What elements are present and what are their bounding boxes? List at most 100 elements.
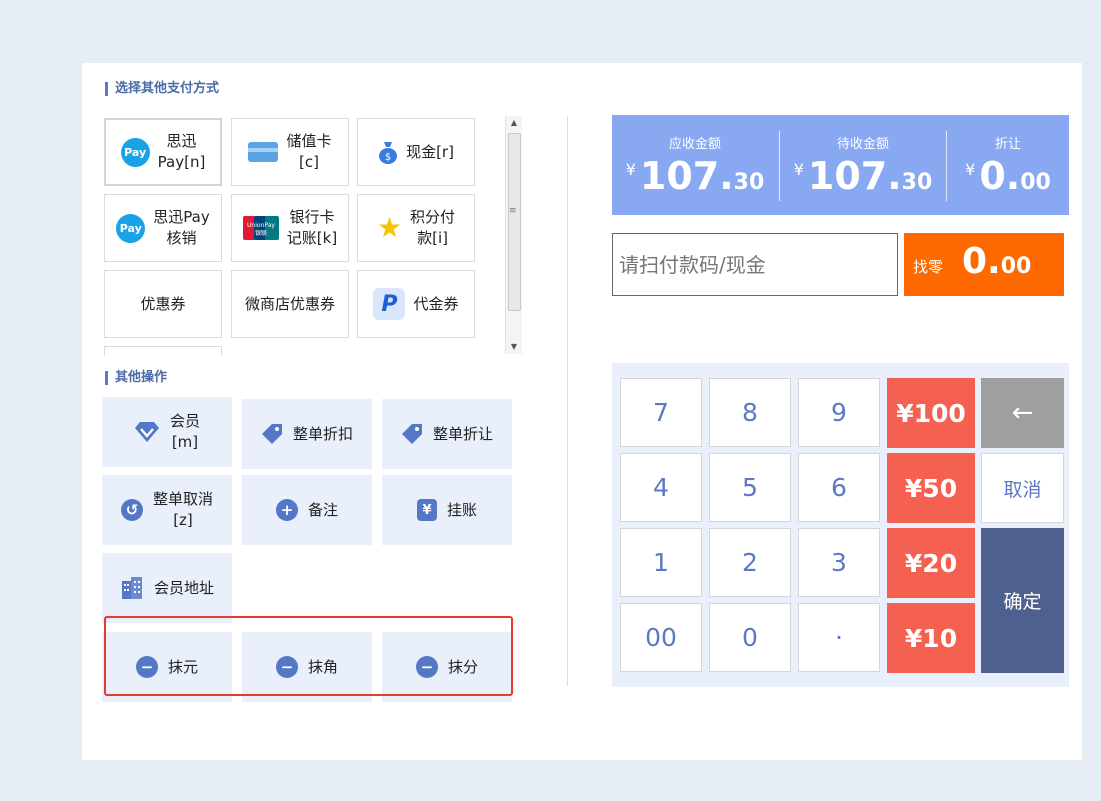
svg-text:银联: 银联	[255, 229, 267, 237]
pending-amount: 待收金额 ¥107.30	[780, 115, 946, 215]
pay-method-coupon[interactable]: 优惠券	[104, 270, 222, 338]
currency-symbol: ¥	[625, 160, 636, 179]
backspace-button[interactable]: ←	[981, 378, 1064, 448]
change-display: 找零 0.00	[904, 233, 1064, 296]
pay-method-list: Pay 思迅 Pay[n] 储值卡 [c] $ 现金[r] Pay 思迅Pay …	[104, 116, 522, 356]
scroll-thumb[interactable]	[508, 133, 521, 311]
scan-code-input[interactable]	[612, 233, 898, 296]
paypal-icon: P	[373, 288, 406, 320]
money-bag-icon: $	[379, 142, 398, 164]
plus-icon: +	[275, 499, 298, 521]
scroll-down-icon[interactable]: ▼	[506, 340, 522, 354]
pending-label: 待收金额	[836, 137, 889, 152]
pending-dec: 30	[901, 170, 933, 195]
pay-list-scrollbar[interactable]: ▲ ≡ ▼	[505, 116, 522, 354]
pay-method-stored-card[interactable]: 储值卡 [c]	[231, 118, 349, 186]
member-address-label: 会员地址	[153, 578, 214, 597]
pay-method-sixun-pay[interactable]: Pay 思迅 Pay[n]	[104, 118, 222, 186]
note-label: 备注	[307, 500, 338, 519]
tag-icon	[261, 424, 282, 444]
receivable-dec: 30	[733, 170, 765, 195]
pending-int: 107.	[807, 154, 902, 198]
cancel-button[interactable]: 取消	[981, 453, 1064, 523]
discount-dec: 00	[1020, 170, 1051, 195]
pay-method-label: 积分付 款[i]	[410, 208, 456, 247]
pay-method-cash[interactable]: $ 现金[r]	[357, 118, 475, 186]
star-icon: ★	[376, 211, 403, 244]
undo-icon: ↺	[120, 499, 143, 521]
key-0[interactable]: 0	[709, 603, 791, 672]
change-label: 找零	[913, 258, 944, 276]
pay-method-sixun-pay-verify[interactable]: Pay 思迅Pay 核销	[104, 194, 222, 262]
quick-cash-100-button[interactable]: ¥100	[887, 378, 975, 448]
pay-method-more[interactable]	[104, 346, 222, 356]
card-icon	[248, 142, 279, 162]
pay-icon: Pay	[116, 213, 146, 243]
receivable-value: ¥107.30	[612, 154, 778, 198]
pay-method-label: 微商店优惠券	[244, 294, 335, 313]
yen-icon: ¥	[416, 499, 437, 521]
cancel-order-button[interactable]: ↺ 整单取消 [z]	[102, 475, 232, 545]
discount-label: 折让	[994, 137, 1021, 152]
currency-symbol: ¥	[793, 160, 804, 179]
key-9[interactable]: 9	[798, 378, 880, 447]
quick-cash-10-button[interactable]: ¥10	[887, 603, 975, 673]
key-2[interactable]: 2	[709, 528, 791, 597]
member-address-button[interactable]: 会员地址	[102, 553, 232, 623]
key-6[interactable]: 6	[798, 453, 880, 522]
key-8[interactable]: 8	[709, 378, 791, 447]
key-4[interactable]: 4	[620, 453, 702, 522]
svg-text:UnionPay: UnionPay	[247, 222, 275, 229]
pay-method-voucher[interactable]: P 代金券	[357, 270, 475, 338]
cancel-order-label: 整单取消 [z]	[152, 490, 213, 529]
discount-amount: 折让 ¥0.00	[947, 115, 1069, 215]
key-3[interactable]: 3	[798, 528, 880, 597]
key-dot[interactable]: ·	[798, 603, 880, 672]
pay-method-points[interactable]: ★ 积分付 款[i]	[357, 194, 475, 262]
member-label: 会员 [m]	[169, 412, 200, 451]
pay-icon: Pay	[120, 137, 150, 167]
key-00[interactable]: 00	[620, 603, 702, 672]
vertical-divider	[567, 116, 568, 686]
building-icon	[121, 577, 142, 599]
key-1[interactable]: 1	[620, 528, 702, 597]
change-dec: 00	[1000, 254, 1032, 279]
quick-cash-20-button[interactable]: ¥20	[887, 528, 975, 598]
pay-method-bank-card[interactable]: UnionPay 银联 银行卡 记账[k]	[231, 194, 349, 262]
member-button[interactable]: 会员 [m]	[102, 397, 232, 467]
ops-section-title: 其他操作	[105, 371, 167, 385]
grip-icon: ≡	[509, 206, 517, 216]
pay-method-label: 储值卡 [c]	[286, 132, 332, 171]
pay-method-label: 代金券	[413, 294, 459, 313]
unionpay-icon: UnionPay 银联	[242, 216, 279, 240]
pay-section-title: 选择其他支付方式	[105, 82, 219, 96]
receivable-label: 应收金额	[668, 137, 721, 152]
credit-account-label: 挂账	[446, 500, 477, 519]
order-allowance-label: 整单折让	[432, 424, 493, 443]
change-int: 0.	[962, 241, 1001, 282]
confirm-button[interactable]: 确定	[981, 528, 1064, 673]
change-value: 0.00	[962, 241, 1031, 282]
order-discount-button[interactable]: 整单折扣	[242, 399, 372, 469]
key-7[interactable]: 7	[620, 378, 702, 447]
pending-value: ¥107.30	[780, 154, 946, 198]
discount-value: ¥0.00	[947, 154, 1069, 198]
pay-method-label: 现金[r]	[406, 142, 454, 161]
key-5[interactable]: 5	[709, 453, 791, 522]
pay-method-label: 思迅Pay 核销	[153, 208, 210, 247]
svg-text:$: $	[385, 152, 391, 163]
pay-method-label: 银行卡 记账[k]	[286, 208, 338, 247]
order-discount-label: 整单折扣	[292, 424, 353, 443]
credit-account-button[interactable]: ¥ 挂账	[382, 475, 512, 545]
pay-method-microstore-coupon[interactable]: 微商店优惠券	[231, 270, 349, 338]
discount-int: 0.	[979, 154, 1021, 198]
rounding-highlight-box	[104, 616, 513, 696]
amount-summary: 应收金额 ¥107.30 待收金额 ¥107.30 折让 ¥0.00	[612, 115, 1069, 215]
diamond-icon	[134, 422, 159, 442]
scroll-up-icon[interactable]: ▲	[506, 116, 522, 130]
receivable-int: 107.	[639, 154, 734, 198]
quick-cash-50-button[interactable]: ¥50	[887, 453, 975, 523]
order-allowance-button[interactable]: 整单折让	[382, 399, 512, 469]
note-button[interactable]: + 备注	[242, 475, 372, 545]
pay-method-label: 优惠券	[140, 294, 186, 313]
